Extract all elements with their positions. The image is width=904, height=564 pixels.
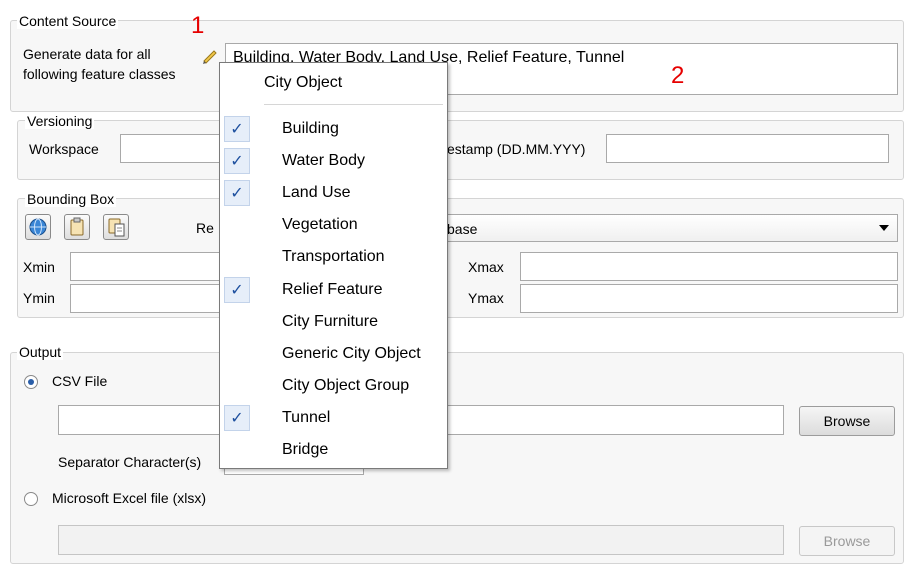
menu-item-label: Water Body [282, 152, 365, 170]
menu-item-bridge[interactable]: Bridge [220, 435, 447, 465]
city-object-menu: City Object ✓ Building ✓ Water Body ✓ Land Us… [219, 62, 448, 469]
workspace-input[interactable] [120, 134, 220, 163]
paste-button[interactable] [103, 214, 129, 240]
menu-item-relief-feature[interactable]: ✓ Relief Feature [220, 275, 447, 305]
clipboard-icon [70, 217, 84, 236]
check-icon: ✓ [224, 116, 250, 142]
menu-item-label: City Furniture [282, 312, 379, 330]
menu-item-vegetation[interactable]: Vegetation [220, 210, 447, 240]
menu-item-label: Transportation [282, 248, 385, 266]
excel-label: Microsoft Excel file (xlsx) [52, 490, 207, 506]
separator-label: Separator Character(s) [58, 454, 202, 470]
globe-button[interactable] [25, 214, 51, 240]
ymin-input[interactable] [70, 284, 220, 313]
timestamp-label: estamp (DD.MM.YYY) [447, 141, 586, 157]
xmin-input[interactable] [70, 252, 220, 281]
ymax-input[interactable] [520, 284, 898, 313]
xmax-input[interactable] [520, 252, 898, 281]
check-icon: ✓ [224, 404, 250, 431]
menu-item-transportation[interactable]: Transportation [220, 242, 447, 272]
menu-item-generic-city-object[interactable]: Generic City Object [220, 339, 447, 369]
paste-icon [108, 218, 125, 237]
xmax-label: Xmax [468, 259, 504, 275]
excel-path-input[interactable] [58, 525, 784, 555]
menu-item-label: Generic City Object [282, 344, 421, 362]
reference-system-select[interactable]: base [440, 214, 898, 242]
globe-icon [29, 218, 47, 236]
menu-item-label: Relief Feature [282, 280, 383, 298]
clipboard-button[interactable] [64, 214, 90, 240]
timestamp-input[interactable] [606, 134, 889, 163]
workspace-label: Workspace [29, 141, 99, 157]
menu-item-building[interactable]: ✓ Building [220, 114, 447, 144]
menu-separator [264, 104, 443, 105]
csv-browse-button[interactable]: Browse [799, 406, 895, 436]
menu-title: City Object [264, 74, 343, 91]
xmin-label: Xmin [23, 259, 55, 275]
generate-label-line2: following feature classes [23, 66, 176, 82]
ymax-label: Ymax [468, 290, 504, 306]
menu-item-label: Bridge [282, 441, 329, 458]
csv-label: CSV File [52, 373, 108, 389]
versioning-legend: Versioning [25, 113, 95, 129]
generate-label-line1: Generate data for all [23, 46, 151, 62]
menu-item-land-use[interactable]: ✓ Land Use [220, 178, 447, 208]
check-icon: ✓ [224, 180, 250, 207]
ymin-label: Ymin [23, 290, 55, 306]
reference-system-value: base [447, 221, 478, 237]
menu-item-water-body[interactable]: ✓ Water Body [220, 146, 447, 176]
check-icon: ✓ [224, 276, 250, 303]
menu-item-tunnel[interactable]: ✓ Tunnel [220, 403, 447, 433]
menu-item-label: Land Use [282, 184, 351, 202]
excel-browse-button[interactable]: Browse [799, 526, 895, 556]
menu-item-label: City Object Group [282, 376, 410, 394]
menu-item-city-furniture[interactable]: City Furniture [220, 307, 447, 337]
content-source-legend: Content Source [17, 13, 119, 29]
menu-item-city-object-group[interactable]: City Object Group [220, 371, 447, 401]
bounding-box-legend: Bounding Box [25, 191, 117, 207]
pencil-icon[interactable] [200, 46, 220, 66]
menu-item-label: Building [282, 120, 339, 137]
annotation-1: 1 [191, 12, 205, 39]
csv-radio[interactable] [24, 375, 38, 389]
menu-item-label: Vegetation [282, 216, 358, 234]
chevron-down-icon [879, 225, 889, 231]
menu-item-label: Tunnel [282, 408, 331, 426]
output-legend: Output [17, 344, 64, 360]
check-icon: ✓ [224, 148, 250, 175]
excel-radio[interactable] [24, 492, 38, 506]
annotation-2: 2 [671, 62, 685, 89]
reference-system-label: Re [196, 220, 214, 236]
